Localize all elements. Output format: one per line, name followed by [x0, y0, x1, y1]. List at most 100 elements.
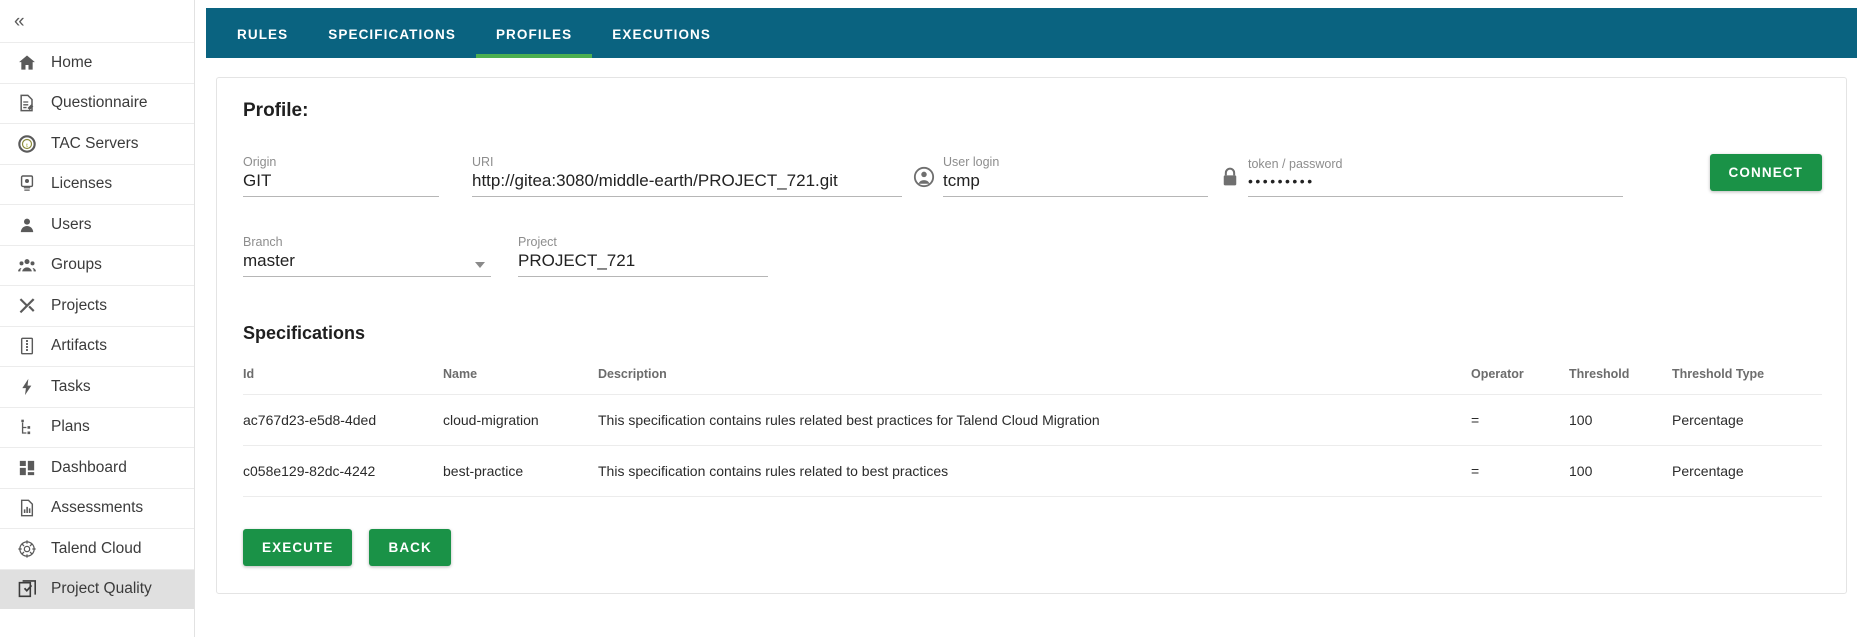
- sidebar-item-licenses[interactable]: Licenses: [0, 163, 194, 205]
- profile-form-row-2: Branch Project: [243, 219, 1822, 277]
- uri-field-wrap: URI: [472, 155, 902, 197]
- sidebar-item-home[interactable]: Home: [0, 42, 194, 83]
- artifact-icon: [12, 336, 42, 356]
- uri-label: URI: [472, 155, 494, 169]
- uri-input[interactable]: [472, 171, 902, 197]
- column-header-name[interactable]: Name: [443, 367, 598, 395]
- origin-label: Origin: [243, 155, 277, 169]
- cell-description: This specification contains rules relate…: [598, 445, 1471, 497]
- sidebar-item-projects[interactable]: Projects: [0, 285, 194, 326]
- lightning-icon: [12, 377, 42, 397]
- dashboard-grid-icon: [12, 458, 42, 478]
- cell-name: cloud-migration: [443, 394, 598, 446]
- cell-threshold: 100: [1569, 394, 1672, 446]
- tab-executions[interactable]: EXECUTIONS: [592, 8, 731, 58]
- token-input[interactable]: [1248, 173, 1623, 197]
- origin-field-wrap: Origin: [243, 155, 439, 197]
- tac-servers-icon: t: [12, 134, 42, 154]
- sidebar-item-talend-cloud[interactable]: Talend Cloud: [0, 528, 194, 569]
- table-row[interactable]: ac767d23-e5d8-4ded cloud-migration This sp…: [243, 394, 1822, 446]
- sidebar-collapse-row: «: [0, 0, 194, 42]
- cell-threshold: 100: [1569, 445, 1672, 497]
- sidebar-item-label: TAC Servers: [51, 134, 139, 152]
- collapse-sidebar-icon[interactable]: «: [14, 12, 25, 31]
- user-login-input[interactable]: [943, 171, 1208, 197]
- project-field-wrap: Project: [518, 235, 768, 277]
- sidebar-item-label: Home: [51, 53, 93, 71]
- license-badge-icon: [12, 174, 42, 194]
- user-icon: [12, 215, 42, 235]
- tools-icon: [12, 296, 42, 316]
- sidebar-item-label: Projects: [51, 296, 107, 314]
- tab-bar: RULES SPECIFICATIONS PROFILES EXECUTIONS: [206, 8, 1857, 58]
- sidebar-item-label: Dashboard: [51, 458, 127, 476]
- profile-form-row-1: Origin URI User login: [243, 139, 1822, 197]
- sidebar-item-label: Talend Cloud: [51, 539, 142, 557]
- token-field-wrap: token / password: [1248, 157, 1623, 197]
- column-header-id[interactable]: Id: [243, 367, 443, 395]
- sidebar-item-tasks[interactable]: Tasks: [0, 366, 194, 407]
- back-button[interactable]: BACK: [369, 529, 451, 566]
- sidebar-item-dashboard[interactable]: Dashboard: [0, 447, 194, 488]
- cell-threshold-type: Percentage: [1672, 394, 1822, 446]
- token-label: token / password: [1248, 157, 1343, 171]
- tab-specifications[interactable]: SPECIFICATIONS: [308, 8, 476, 58]
- sidebar-item-label: Licenses: [51, 175, 113, 193]
- questionnaire-icon: [12, 93, 42, 113]
- sidebar-item-tac-servers[interactable]: t TAC Servers: [0, 123, 194, 164]
- column-header-threshold[interactable]: Threshold: [1569, 367, 1672, 395]
- action-button-row: EXECUTE BACK: [243, 529, 1822, 566]
- branch-select[interactable]: [243, 251, 491, 277]
- sidebar-item-questionnaire[interactable]: Questionnaire: [0, 82, 194, 124]
- lock-icon: [1220, 166, 1240, 193]
- cell-id: c058e129-82dc-4242: [243, 445, 443, 497]
- sidebar-item-users[interactable]: Users: [0, 204, 194, 245]
- sidebar-item-label: Users: [51, 215, 92, 233]
- profile-card: Profile: Origin URI: [216, 77, 1847, 594]
- home-icon: [12, 53, 42, 73]
- sidebar-item-groups[interactable]: Groups: [0, 244, 194, 286]
- svg-text:t: t: [26, 142, 28, 149]
- sidebar-item-project-quality[interactable]: Project Quality: [0, 568, 194, 609]
- sidebar-item-plans[interactable]: Plans: [0, 406, 194, 448]
- sidebar-item-label: Project Quality: [51, 580, 152, 598]
- main-content: RULES SPECIFICATIONS PROFILES EXECUTIONS Pr…: [195, 0, 1867, 637]
- column-header-description[interactable]: Description: [598, 367, 1471, 395]
- cell-operator: =: [1471, 394, 1569, 446]
- cell-operator: =: [1471, 445, 1569, 497]
- plans-tree-icon: [12, 417, 42, 437]
- table-row[interactable]: c058e129-82dc-4242 best-practice This spec…: [243, 445, 1822, 497]
- cell-description: This specification contains rules relate…: [598, 394, 1471, 446]
- sidebar-item-label: Artifacts: [51, 337, 107, 355]
- project-quality-icon: [12, 579, 42, 600]
- branch-field-wrap: Branch: [243, 235, 491, 277]
- execute-button[interactable]: EXECUTE: [243, 529, 353, 566]
- tab-profiles[interactable]: PROFILES: [475, 8, 593, 58]
- specifications-heading: Specifications: [243, 323, 366, 343]
- connect-button[interactable]: CONNECT: [1709, 154, 1822, 191]
- sidebar-item-assessments[interactable]: Assessments: [0, 487, 194, 529]
- tab-rules[interactable]: RULES: [217, 8, 308, 58]
- sidebar-item-label: Tasks: [51, 377, 91, 395]
- sidebar-item-label: Questionnaire: [51, 94, 148, 112]
- groups-icon: [12, 255, 42, 275]
- person-icon: [913, 166, 935, 193]
- project-label: Project: [518, 235, 557, 249]
- cell-threshold-type: Percentage: [1672, 445, 1822, 497]
- table-header-row: Id Name Description Operator Threshold T…: [243, 367, 1822, 395]
- app-root: « Home Questionnaire t TAC Servers Licenses U…: [0, 0, 1867, 637]
- cell-id: ac767d23-e5d8-4ded: [243, 394, 443, 446]
- talend-cloud-icon: [12, 539, 42, 559]
- column-header-operator[interactable]: Operator: [1471, 367, 1569, 395]
- user-login-field-wrap: User login: [943, 155, 1208, 197]
- assessments-chart-icon: [12, 498, 42, 518]
- sidebar-item-artifacts[interactable]: Artifacts: [0, 325, 194, 367]
- sidebar-item-label: Groups: [51, 256, 102, 274]
- specifications-table: Id Name Description Operator Threshold T…: [243, 367, 1822, 497]
- column-header-threshold-type[interactable]: Threshold Type: [1672, 367, 1822, 395]
- project-input[interactable]: [518, 251, 768, 277]
- origin-input[interactable]: [243, 171, 439, 197]
- branch-label: Branch: [243, 235, 283, 249]
- sidebar-item-label: Assessments: [51, 499, 144, 517]
- cell-name: best-practice: [443, 445, 598, 497]
